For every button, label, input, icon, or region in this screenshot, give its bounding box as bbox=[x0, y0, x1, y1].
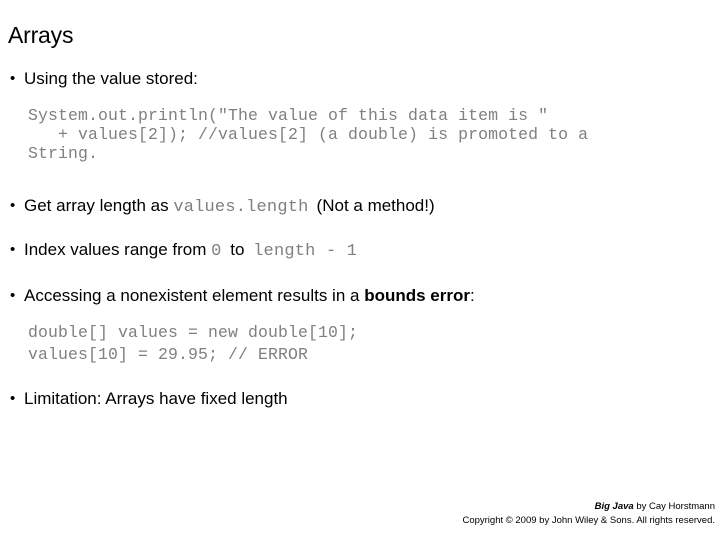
bullet-get-length: • Get array length as values.length (Not … bbox=[0, 195, 720, 219]
code-block-println-line2: + values[2]); //values[2] (a double) is … bbox=[28, 125, 589, 144]
bullet-get-length-prefix: Get array length as bbox=[24, 196, 174, 215]
bullet-dot-icon: • bbox=[10, 197, 16, 214]
code-block-error-line1: double[] values = new double[10]; bbox=[28, 323, 359, 342]
code-block-error-line2: values[10] = 29.95; // ERROR bbox=[28, 345, 309, 364]
bullet-using-value-label: Using the value stored: bbox=[24, 69, 198, 88]
bullet-limitation: • Limitation: Arrays have fixed length bbox=[0, 388, 720, 410]
bullet-bounds-error-prefix: Accessing a nonexistent element results … bbox=[24, 286, 365, 305]
bullet-bounds-error-suffix: : bbox=[469, 286, 475, 305]
bounds-error-emphasis: bounds error bbox=[364, 286, 470, 305]
footer-attribution: Big Java by Cay Horstmann bbox=[3, 500, 715, 513]
bullet-index-range-mid: to bbox=[225, 240, 250, 259]
code-values-length: values.length bbox=[173, 198, 309, 217]
footer-author: by Cay Horstmann bbox=[633, 501, 715, 512]
bullet-dot-icon: • bbox=[10, 241, 16, 258]
bullet-bounds-error: • Accessing a nonexistent element result… bbox=[0, 285, 720, 307]
bullet-index-range: • Index values range from 0 to length - … bbox=[0, 239, 720, 263]
bullet-dot-icon: • bbox=[10, 287, 16, 304]
footer-book-title: Big Java bbox=[594, 501, 634, 512]
code-length-minus-one: length - 1 bbox=[253, 242, 358, 261]
footer-copyright: Copyright © 2009 by John Wiley & Sons. A… bbox=[462, 515, 715, 526]
bullet-get-length-note: (Not a method!) bbox=[316, 196, 435, 215]
page-title: Arrays bbox=[8, 22, 74, 48]
code-block-println-line1: System.out.println("The value of this da… bbox=[28, 106, 549, 125]
bullet-limitation-label: Limitation: Arrays have fixed length bbox=[24, 389, 288, 408]
bullet-dot-icon: • bbox=[10, 70, 16, 87]
bullet-using-value: • Using the value stored: bbox=[0, 68, 720, 90]
code-block-println-line3: String. bbox=[28, 144, 99, 163]
bullet-index-range-prefix: Index values range from bbox=[24, 240, 212, 259]
bullet-dot-icon: • bbox=[10, 390, 16, 407]
code-zero: 0 bbox=[211, 242, 222, 261]
slide-canvas: Arrays • Using the value stored: System.… bbox=[0, 0, 720, 540]
